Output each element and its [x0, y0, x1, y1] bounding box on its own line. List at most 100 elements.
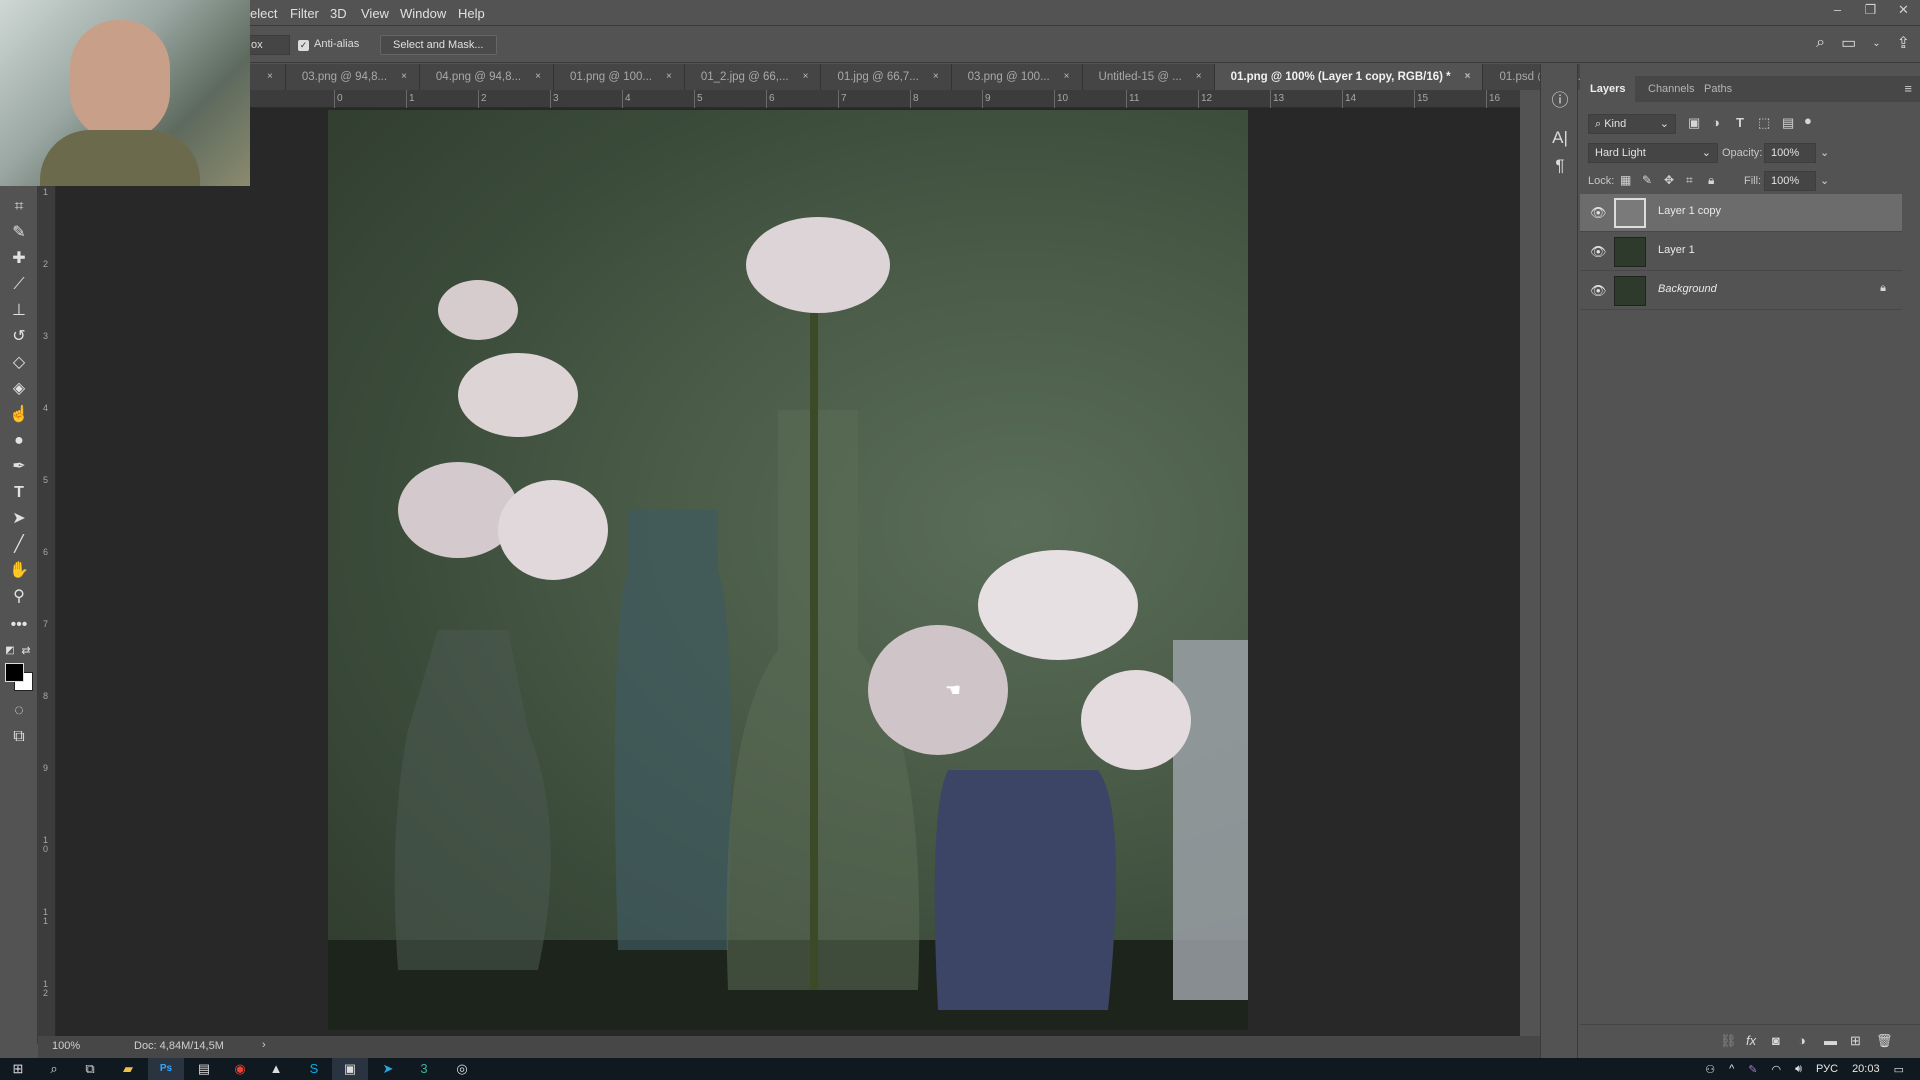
- add-mask-icon[interactable]: ◙: [1772, 1033, 1780, 1048]
- path-selection-tool-icon[interactable]: ➤: [7, 508, 31, 530]
- new-layer-icon[interactable]: ⊞: [1850, 1033, 1861, 1049]
- opacity-field[interactable]: 100%: [1764, 143, 1816, 163]
- media-icon[interactable]: ▣: [332, 1058, 368, 1080]
- tab-paths[interactable]: Paths: [1694, 76, 1742, 106]
- tab-hidden[interactable]: ×: [247, 64, 286, 90]
- foreground-color-swatch[interactable]: [5, 663, 24, 682]
- filter-pixel-icon[interactable]: ▣: [1688, 115, 1700, 131]
- share-icon[interactable]: ⇪: [1897, 33, 1910, 53]
- close-tab-icon[interactable]: ×: [267, 64, 273, 90]
- blend-mode-select[interactable]: Hard Light ⌄: [1588, 143, 1718, 163]
- history-brush-tool-icon[interactable]: ↺: [7, 326, 31, 348]
- visibility-eye-icon[interactable]: 👁︎: [1590, 244, 1607, 260]
- tab-01-jpg[interactable]: 01.jpg @ 66,7... ×: [821, 64, 952, 90]
- status-menu-arrow[interactable]: ›: [262, 1039, 266, 1051]
- tab-active-01-png[interactable]: 01.png @ 100% (Layer 1 copy, RGB/16) * ×: [1214, 64, 1484, 90]
- minimize-icon[interactable]: –: [1821, 0, 1854, 22]
- tab-01-2-jpg[interactable]: 01_2.jpg @ 66,... ×: [684, 64, 822, 90]
- more-tools-icon[interactable]: •••: [7, 614, 31, 636]
- menu-help[interactable]: Help: [458, 6, 485, 21]
- skype-icon[interactable]: S: [296, 1058, 332, 1080]
- chrome-icon[interactable]: ◉: [222, 1058, 258, 1080]
- language-indicator[interactable]: РУС: [1816, 1063, 1838, 1075]
- adjustment-layer-icon[interactable]: ◑: [1798, 1033, 1806, 1048]
- tab-untitled-15[interactable]: Untitled-15 @ ... ×: [1082, 64, 1215, 90]
- layer-row-layer-1[interactable]: 👁︎ Layer 1: [1580, 233, 1902, 271]
- info-icon[interactable]: ⓘ: [1548, 86, 1572, 111]
- task-view-icon[interactable]: ⧉: [72, 1058, 108, 1080]
- filter-kind-select[interactable]: ⌕ Kind ⌄: [1588, 114, 1676, 134]
- feather-app-icon[interactable]: ✎: [1748, 1063, 1757, 1076]
- lock-artboard-icon[interactable]: ⌗: [1686, 173, 1693, 188]
- quick-mask-icon[interactable]: ◌: [7, 700, 31, 722]
- tab-01-png[interactable]: 01.png @ 100... ×: [553, 64, 685, 90]
- delete-layer-icon[interactable]: 🗑︎: [1876, 1033, 1893, 1049]
- anti-alias-checkbox[interactable]: ✓ Anti-alias: [298, 38, 359, 51]
- paint-bucket-tool-icon[interactable]: ◈: [7, 378, 31, 400]
- clock[interactable]: 20:03: [1852, 1063, 1880, 1075]
- volume-icon[interactable]: 🔊︎: [1795, 1063, 1802, 1076]
- close-tab-icon[interactable]: ×: [1064, 64, 1070, 90]
- search-icon[interactable]: ⌕: [36, 1058, 72, 1080]
- lock-position-icon[interactable]: ✥: [1664, 173, 1674, 187]
- menu-filter[interactable]: Filter: [290, 6, 319, 21]
- filter-toggle-icon[interactable]: ●: [1804, 113, 1812, 128]
- visibility-eye-icon[interactable]: 👁︎: [1590, 283, 1607, 299]
- paragraph-icon[interactable]: ¶: [1548, 156, 1572, 176]
- swap-colors-icon[interactable]: ⇄: [20, 640, 32, 662]
- layer-row-background[interactable]: 👁︎ Background 🔒︎: [1580, 272, 1902, 310]
- fill-field[interactable]: 100%: [1764, 171, 1816, 191]
- close-tab-icon[interactable]: ×: [803, 64, 809, 90]
- brush-tool-icon[interactable]: ⟋: [7, 274, 31, 296]
- close-tab-icon[interactable]: ×: [1196, 64, 1202, 90]
- show-hidden-icons[interactable]: ^: [1729, 1063, 1734, 1075]
- screen-mode-icon[interactable]: ⧉: [7, 726, 31, 748]
- file-explorer-icon[interactable]: ▰: [110, 1058, 146, 1080]
- notifications-icon[interactable]: ▭: [1894, 1063, 1904, 1076]
- new-group-icon[interactable]: ▬: [1824, 1033, 1837, 1048]
- menu-view[interactable]: View: [361, 6, 389, 21]
- fill-dropdown-icon[interactable]: ⌄: [1820, 174, 1829, 187]
- close-tab-icon[interactable]: ×: [1465, 64, 1471, 90]
- spot-healing-tool-icon[interactable]: ✚: [7, 248, 31, 270]
- close-tab-icon[interactable]: ×: [933, 64, 939, 90]
- eraser-tool-icon[interactable]: ◇: [7, 352, 31, 374]
- filter-type-icon[interactable]: T: [1736, 115, 1744, 130]
- photos-icon[interactable]: ▲: [258, 1058, 294, 1080]
- obs-icon[interactable]: ◎: [444, 1058, 480, 1080]
- people-icon[interactable]: ⚇: [1705, 1063, 1715, 1076]
- chevron-down-icon[interactable]: ⌄: [1872, 38, 1880, 49]
- close-tab-icon[interactable]: ×: [535, 64, 541, 90]
- filter-shape-icon[interactable]: ⬚: [1758, 115, 1770, 131]
- restore-icon[interactable]: ❐: [1854, 0, 1887, 22]
- dodge-tool-icon[interactable]: ●: [7, 430, 31, 452]
- select-and-mask-button[interactable]: Select and Mask...: [380, 35, 497, 55]
- tab-03-png[interactable]: 03.png @ 94,8... ×: [285, 64, 420, 90]
- lock-all-icon[interactable]: 🔒︎: [1708, 173, 1714, 188]
- photoshop-icon[interactable]: Ps: [148, 1058, 184, 1080]
- lock-pixels-icon[interactable]: ✎: [1642, 173, 1652, 187]
- hand-tool-icon[interactable]: ✋: [7, 560, 31, 582]
- menu-3d[interactable]: 3D: [330, 6, 347, 21]
- tab-layers[interactable]: Layers: [1580, 76, 1636, 106]
- app-3-icon[interactable]: 3: [406, 1058, 442, 1080]
- pen-tool-icon[interactable]: ✒: [7, 456, 31, 478]
- fx-icon[interactable]: fx: [1746, 1033, 1756, 1048]
- default-colors-icon[interactable]: ◩: [4, 640, 16, 662]
- character-icon[interactable]: A|: [1548, 128, 1572, 148]
- crop-tool-icon[interactable]: ⌗: [7, 196, 31, 218]
- tab-04-png[interactable]: 04.png @ 94,8... ×: [419, 64, 554, 90]
- smudge-tool-icon[interactable]: ☝: [7, 404, 31, 426]
- windows-start-icon[interactable]: ⊞: [0, 1058, 36, 1080]
- lock-transparent-icon[interactable]: ▦: [1620, 173, 1631, 187]
- clone-stamp-tool-icon[interactable]: ⊥: [7, 300, 31, 322]
- wifi-icon[interactable]: ◠: [1771, 1063, 1781, 1076]
- search-icon[interactable]: ⌕: [1816, 34, 1825, 52]
- telegram-icon[interactable]: ➤: [370, 1058, 406, 1080]
- filter-smart-object-icon[interactable]: ▤: [1782, 115, 1794, 131]
- filter-adjustment-icon[interactable]: ◑: [1712, 115, 1720, 130]
- workspace-icon[interactable]: ▭: [1841, 33, 1856, 53]
- document-canvas[interactable]: [328, 110, 1248, 1030]
- panel-menu-icon[interactable]: ≡: [1904, 81, 1912, 96]
- visibility-eye-icon[interactable]: 👁︎: [1590, 205, 1607, 221]
